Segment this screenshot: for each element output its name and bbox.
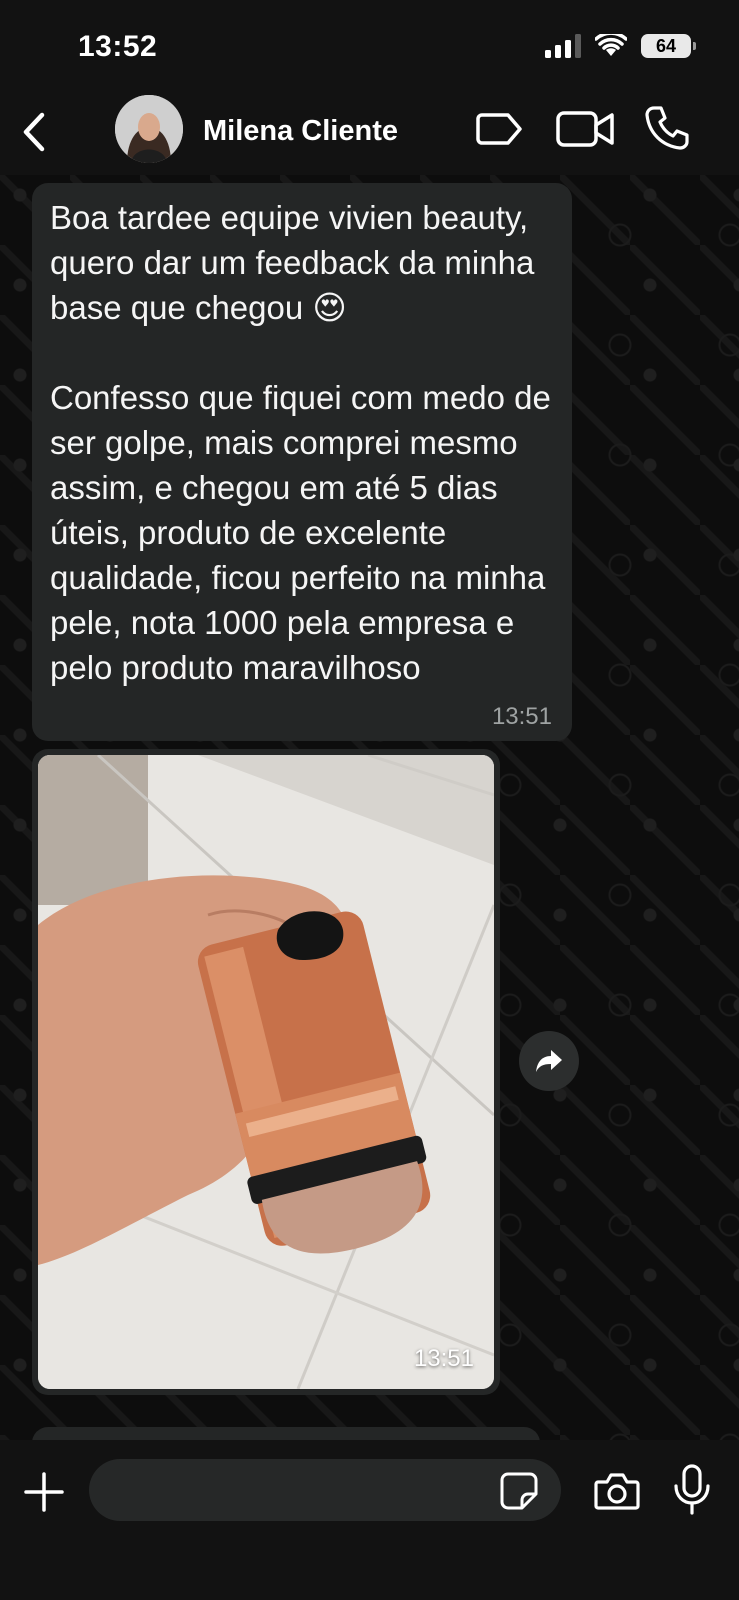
wifi-icon xyxy=(595,34,627,56)
avatar-image xyxy=(115,95,183,163)
status-time: 13:52 xyxy=(78,30,158,63)
photo-time: 13:51 xyxy=(413,1345,474,1372)
video-call-icon[interactable] xyxy=(556,109,614,149)
forward-button[interactable] xyxy=(519,1031,579,1091)
chat-header: Milena Cliente xyxy=(0,95,739,175)
message-text: Boa tardee equipe vivien beauty, quero d… xyxy=(50,199,551,686)
battery-indicator: 64 xyxy=(641,34,696,58)
forward-icon xyxy=(536,1050,562,1072)
label-icon[interactable] xyxy=(476,111,524,147)
message-time: 13:51 xyxy=(491,703,552,730)
photo-image xyxy=(38,755,494,1389)
message-photo[interactable]: 13:51 xyxy=(38,755,494,1389)
message-bubble-partial[interactable] xyxy=(32,1427,540,1440)
contact-name[interactable]: Milena Cliente xyxy=(203,115,398,148)
sticker-icon[interactable] xyxy=(500,1472,538,1510)
image-message-bubble[interactable]: 13:51 xyxy=(32,749,500,1395)
plus-icon[interactable] xyxy=(22,1470,66,1514)
message-input[interactable] xyxy=(89,1459,561,1521)
signal-icon xyxy=(545,34,581,58)
phone-icon[interactable] xyxy=(644,105,690,151)
chat-area[interactable]: Boa tardee equipe vivien beauty, quero d… xyxy=(0,175,739,1440)
avatar[interactable] xyxy=(115,95,183,163)
composer-bar xyxy=(0,1440,739,1600)
back-icon[interactable] xyxy=(14,107,54,157)
status-bar: 13:52 64 xyxy=(0,0,739,95)
camera-icon[interactable] xyxy=(594,1470,640,1512)
status-indicators: 64 xyxy=(545,34,696,58)
message-bubble[interactable]: Boa tardee equipe vivien beauty, quero d… xyxy=(32,183,572,741)
microphone-icon[interactable] xyxy=(672,1464,712,1516)
